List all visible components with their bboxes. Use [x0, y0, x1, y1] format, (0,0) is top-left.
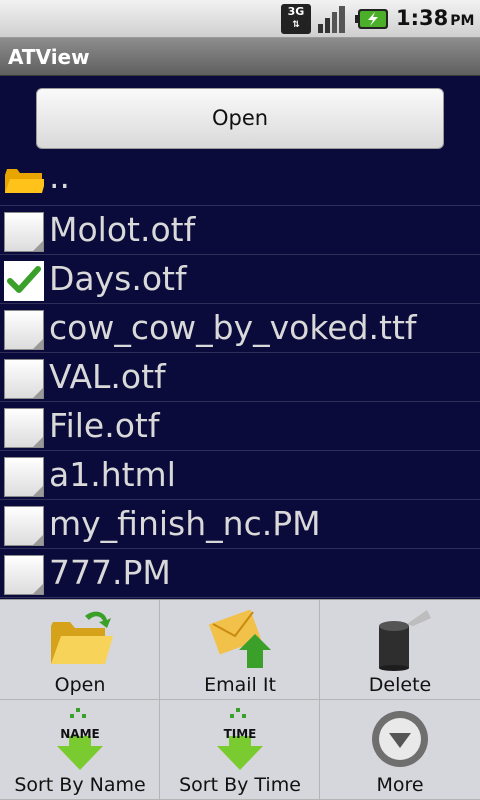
svg-text:TIME: TIME	[223, 727, 256, 741]
file-row[interactable]: my_finish_nc.PM	[0, 500, 480, 549]
file-row[interactable]: cow_cow_by_voked.ttf	[0, 304, 480, 353]
file-name: VAL.otf	[49, 357, 166, 396]
svg-text:NAME: NAME	[60, 727, 99, 741]
app-title: ATView	[8, 45, 90, 69]
clock-time: 1:38	[396, 6, 449, 30]
menu-item-email-it[interactable]: Email It	[160, 600, 320, 700]
file-row[interactable]: Molot.otf	[0, 206, 480, 255]
menu-item-label: Open	[54, 674, 106, 696]
signal-icon	[318, 6, 345, 33]
file-list: .. Molot.otf Days.otf cow_cow_by_voked.ttf V…	[0, 157, 480, 598]
file-row[interactable]: VAL.otf	[0, 353, 480, 402]
file-row[interactable]: Days.otf	[0, 255, 480, 304]
file-row[interactable]: 777.PM	[0, 549, 480, 598]
3g-icon: 3G ⇅	[281, 4, 311, 34]
file-name: File.otf	[49, 406, 160, 445]
menu-item-open[interactable]: Open	[0, 600, 160, 700]
options-menu: Open Email It Delete NAME Sort By Name TIME So…	[0, 599, 480, 800]
file-icon[interactable]	[4, 212, 44, 252]
file-icon[interactable]	[4, 310, 44, 350]
file-name: ..	[49, 157, 70, 196]
clock: 1:38 PM	[396, 6, 474, 30]
menu-item-label: Sort By Name	[14, 774, 146, 796]
sort-by-name-icon: NAME	[45, 706, 115, 772]
email-icon	[205, 606, 275, 672]
menu-item-sort-by-name[interactable]: NAME Sort By Name	[0, 700, 160, 800]
more-icon	[365, 706, 435, 772]
file-name: Days.otf	[49, 259, 187, 298]
menu-item-label: Sort By Time	[179, 774, 301, 796]
file-icon[interactable]	[4, 506, 44, 546]
menu-item-sort-by-time[interactable]: TIME Sort By Time	[160, 700, 320, 800]
menu-item-more[interactable]: More	[320, 700, 480, 800]
file-name: Molot.otf	[49, 210, 196, 249]
menu-item-label: More	[376, 774, 424, 796]
clock-ampm: PM	[450, 13, 475, 29]
menu-item-label: Delete	[368, 674, 432, 696]
open-button[interactable]: Open	[36, 88, 444, 149]
file-row[interactable]: a1.html	[0, 451, 480, 500]
folder-icon[interactable]	[4, 163, 44, 203]
file-row[interactable]: ..	[0, 157, 480, 206]
file-icon[interactable]	[4, 457, 44, 497]
file-name: my_finish_nc.PM	[49, 504, 321, 543]
file-row[interactable]: File.otf	[0, 402, 480, 451]
file-icon[interactable]	[4, 408, 44, 448]
folder-open-icon	[45, 606, 115, 672]
checkmark-icon[interactable]	[4, 261, 44, 301]
file-icon[interactable]	[4, 555, 44, 595]
title-bar: ATView	[0, 38, 480, 76]
trash-can-icon	[365, 606, 435, 672]
file-name: 777.PM	[49, 553, 171, 592]
menu-item-delete[interactable]: Delete	[320, 600, 480, 700]
sort-by-time-icon: TIME	[205, 706, 275, 772]
status-bar: 3G ⇅ 1:38 PM	[0, 0, 480, 38]
menu-item-label: Email It	[204, 674, 276, 696]
battery-charging-icon	[355, 9, 388, 29]
network-label: 3G	[287, 5, 305, 18]
file-name: cow_cow_by_voked.ttf	[49, 308, 417, 347]
file-name: a1.html	[49, 455, 176, 494]
file-icon[interactable]	[4, 359, 44, 399]
